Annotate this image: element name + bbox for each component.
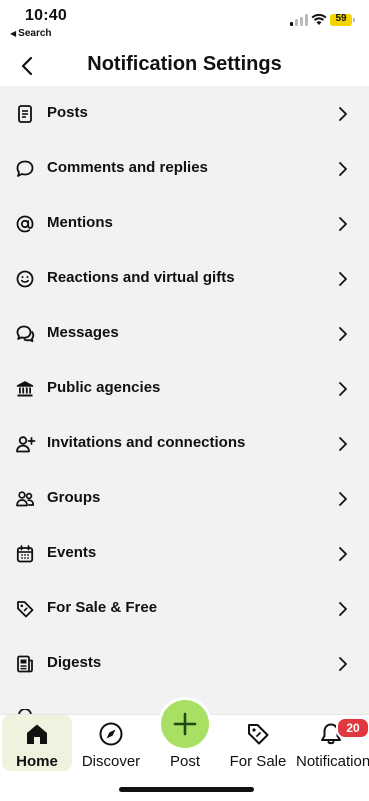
- wifi-icon: [311, 13, 327, 25]
- settings-row-label: Messages: [47, 324, 119, 341]
- home-icon: [27, 724, 47, 744]
- post-button[interactable]: [161, 700, 209, 748]
- tab-label: Home: [16, 753, 58, 770]
- status-time: 10:40: [25, 7, 67, 24]
- tab-label: Notifications: [296, 753, 369, 770]
- battery-indicator: 59: [330, 13, 355, 26]
- group-icon: [16, 491, 35, 507]
- chevron-right-icon: [339, 162, 347, 176]
- chevron-right-icon: [339, 217, 347, 231]
- government-building-icon: [16, 381, 34, 397]
- smiley-icon: [16, 270, 34, 288]
- settings-row-label: Invitations and connections: [47, 434, 246, 451]
- settings-row-label: For Sale & Free: [47, 599, 158, 616]
- page-title: Notification Settings: [87, 53, 282, 75]
- settings-row-digests[interactable]: Digests: [0, 636, 369, 691]
- nav-header: Notification Settings: [0, 44, 369, 88]
- chevron-right-icon: [339, 437, 347, 451]
- battery-level: 59: [335, 13, 347, 24]
- settings-row-events[interactable]: Events: [0, 526, 369, 581]
- chevron-right-icon: [339, 382, 347, 396]
- settings-row-label: Comments and replies: [47, 159, 208, 176]
- settings-row-label: Reactions and virtual gifts: [47, 269, 235, 286]
- settings-row-label: Posts: [47, 104, 88, 121]
- notification-count-badge: 20: [336, 717, 369, 739]
- settings-row-label: Groups: [47, 489, 101, 506]
- price-tag-icon: [17, 601, 34, 618]
- tab-home[interactable]: Home: [2, 715, 72, 771]
- settings-row-for-sale[interactable]: For Sale & Free: [0, 581, 369, 636]
- price-tag-icon: [248, 724, 269, 745]
- chevron-right-icon: [339, 107, 347, 121]
- settings-row-comments[interactable]: Comments and replies: [0, 141, 369, 196]
- newspaper-icon: [17, 655, 33, 673]
- status-bar: 10:40 ◀ Search 59: [0, 0, 369, 44]
- settings-row-label: Events: [47, 544, 97, 561]
- back-to-app-link[interactable]: ◀ Search: [10, 28, 52, 39]
- settings-row-mentions[interactable]: Mentions: [0, 196, 369, 251]
- at-sign-icon: [16, 215, 34, 233]
- plus-icon: [173, 712, 197, 736]
- calendar-icon: [16, 545, 34, 563]
- notification-settings-list: Posts Comments and replies Mentions Reac…: [0, 86, 369, 714]
- settings-row-posts[interactable]: Posts: [0, 86, 369, 141]
- settings-row-reactions[interactable]: Reactions and virtual gifts: [0, 251, 369, 306]
- cellular-signal-icon: [290, 14, 308, 26]
- chat-bubbles-icon: [16, 325, 35, 343]
- tab-label: Post: [169, 753, 200, 770]
- chevron-right-icon: [339, 547, 347, 561]
- chevron-right-icon: [339, 602, 347, 616]
- tab-label: For Sale: [229, 753, 287, 770]
- tab-label: Discover: [81, 753, 141, 770]
- chevron-right-icon: [339, 657, 347, 671]
- person-add-icon: [16, 436, 36, 453]
- document-icon: [18, 105, 32, 123]
- chevron-right-icon: [339, 327, 347, 341]
- settings-row-groups[interactable]: Groups: [0, 471, 369, 526]
- compass-icon: [99, 722, 123, 746]
- tab-for-sale[interactable]: For Sale: [222, 715, 294, 771]
- tab-discover[interactable]: Discover: [72, 715, 150, 771]
- speech-bubble-icon: [16, 160, 34, 177]
- chevron-right-icon: [339, 492, 347, 506]
- back-triangle-icon: ◀: [10, 29, 17, 38]
- home-indicator: [119, 787, 254, 792]
- settings-row-public-agencies[interactable]: Public agencies: [0, 361, 369, 416]
- settings-row-label: Mentions: [47, 214, 113, 231]
- settings-row-messages[interactable]: Messages: [0, 306, 369, 361]
- chevron-right-icon: [339, 272, 347, 286]
- back-to-app-label: Search: [18, 28, 52, 39]
- settings-row-label: Digests: [47, 654, 102, 671]
- settings-row-label: Public agencies: [47, 379, 161, 396]
- settings-row-invitations[interactable]: Invitations and connections: [0, 416, 369, 471]
